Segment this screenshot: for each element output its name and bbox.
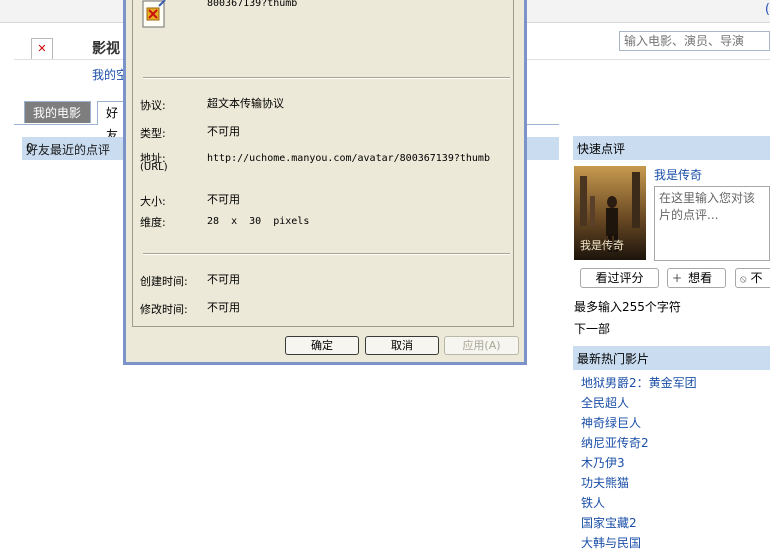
cancel-button[interactable]: 取消 xyxy=(365,336,439,355)
movie-poster[interactable]: 我是传奇 xyxy=(574,166,646,260)
hot-movie-link[interactable]: 纳尼亚传奇2 xyxy=(581,435,697,455)
tab-my-movies[interactable]: 我的电影 xyxy=(24,101,91,123)
wish-label: 想看 xyxy=(688,271,713,285)
hot-movie-link[interactable]: 国家宝藏2 xyxy=(581,515,697,535)
plus-icon: + xyxy=(672,271,683,285)
search-input[interactable] xyxy=(619,31,770,51)
wish-button[interactable]: + 想看 xyxy=(667,268,726,288)
file-name: 800367139?thumb xyxy=(207,0,298,9)
dimensions-value: 28 x 30 pixels xyxy=(207,216,310,227)
help-icon[interactable]: ( xyxy=(765,2,770,17)
hot-movie-link[interactable]: 神奇绿巨人 xyxy=(581,415,697,435)
friend-reviews-heading: 好友最近的点评 xyxy=(26,143,111,157)
rate-button[interactable]: 看过评分 xyxy=(580,268,659,288)
dimensions-label: 维度: xyxy=(140,216,166,229)
divider xyxy=(143,77,510,79)
site-title: 影视 xyxy=(92,41,120,57)
skip-label: 不 xyxy=(750,271,763,285)
quick-review-header: 快速点评 xyxy=(573,136,770,160)
friend-reviews-count: 0 xyxy=(26,141,34,155)
hot-movie-link[interactable]: 功夫熊猫 xyxy=(581,475,697,495)
hot-movie-link[interactable]: 木乃伊3 xyxy=(581,455,697,475)
image-file-icon xyxy=(142,0,166,28)
type-value: 不可用 xyxy=(207,125,240,138)
hot-movie-link[interactable]: 铁人 xyxy=(581,495,697,515)
review-textarea[interactable]: 在这里输入您对该片的点评... xyxy=(654,186,770,261)
poster-caption: 我是传奇 xyxy=(580,239,624,252)
divider xyxy=(143,253,510,255)
broken-image-icon: ✕ xyxy=(31,38,53,60)
prohibit-icon: ⦸ xyxy=(740,274,747,285)
protocol-label: 协议: xyxy=(140,99,166,112)
created-label: 创建时间: xyxy=(140,275,188,288)
size-label: 大小: xyxy=(140,195,166,208)
apply-button[interactable]: 应用(A) xyxy=(444,336,519,355)
quick-review-heading: 快速点评 xyxy=(577,142,626,156)
properties-panel: 800367139?thumb 协议: 超文本传输协议 类型: 不可用 地址: … xyxy=(132,0,514,327)
hot-movie-link[interactable]: 大韩与民国 xyxy=(581,535,697,555)
type-label: 类型: xyxy=(140,127,166,140)
protocol-value: 超文本传输协议 xyxy=(207,97,284,110)
modified-value: 不可用 xyxy=(207,301,240,314)
size-value: 不可用 xyxy=(207,193,240,206)
ok-button[interactable]: 确定 xyxy=(285,336,359,355)
address-value: http://uchome.manyou.com/avatar/80036713… xyxy=(207,153,490,164)
modified-label: 修改时间: xyxy=(140,303,188,316)
properties-dialog: 800367139?thumb 协议: 超文本传输协议 类型: 不可用 地址: … xyxy=(123,0,527,365)
created-value: 不可用 xyxy=(207,273,240,286)
movie-title-link[interactable]: 我是传奇 xyxy=(654,166,702,183)
next-movie-link[interactable]: 下一部 xyxy=(574,320,610,337)
dialog-body: 800367139?thumb 协议: 超文本传输协议 类型: 不可用 地址: … xyxy=(126,0,524,362)
skip-button[interactable]: ⦸ 不 xyxy=(735,268,770,288)
address-sub-label: (URL) xyxy=(140,162,168,173)
hot-movie-link[interactable]: 全民超人 xyxy=(581,395,697,415)
hot-movie-link[interactable]: 地狱男爵2：黄金军团 xyxy=(581,375,697,395)
hot-movies-header: 最新热门影片 xyxy=(573,346,770,370)
hot-movies-list: 地狱男爵2：黄金军团 全民超人 神奇绿巨人 纳尼亚传奇2 木乃伊3 功夫熊猫 铁… xyxy=(581,375,697,555)
hot-movies-heading: 最新热门影片 xyxy=(577,352,650,366)
char-limit-note: 最多输入255个字符 xyxy=(574,300,681,314)
